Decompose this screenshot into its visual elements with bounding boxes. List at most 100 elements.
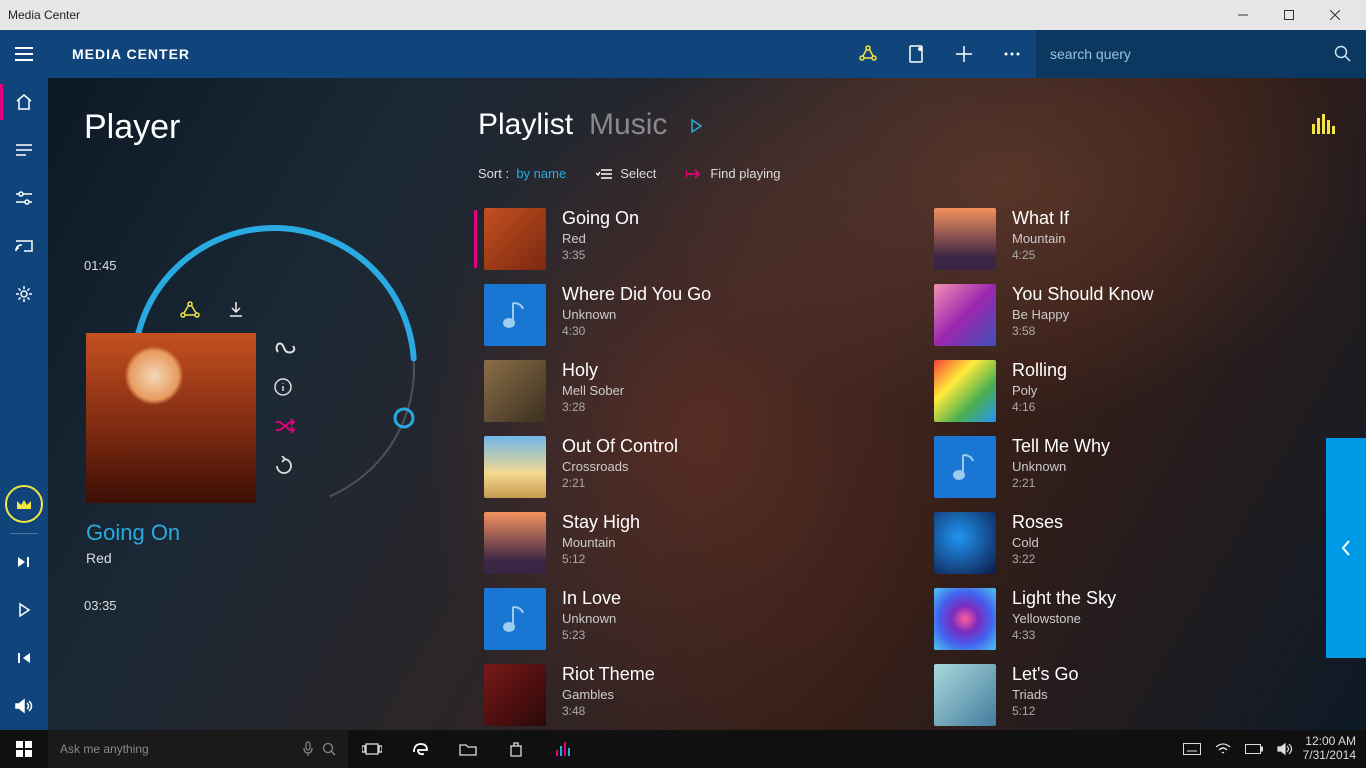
mic-icon[interactable] [302,741,314,757]
play-button[interactable] [0,586,48,634]
right-panel-toggle[interactable] [1326,438,1366,658]
now-playing-artist: Red [86,550,112,566]
track-title: Holy [562,360,624,381]
track-item[interactable]: What IfMountain4:25 [928,208,1328,270]
player-pane: Player 01:45 03:35 Going On Red [84,108,444,147]
sidebar-item-home[interactable] [0,78,48,126]
track-thumbnail [484,664,546,726]
window-title: Media Center [8,8,80,22]
lastfm-icon[interactable] [274,340,298,356]
track-item[interactable]: HolyMell Sober3:28 [478,360,878,422]
tray-keyboard-icon[interactable] [1183,743,1201,755]
app-title: MEDIA CENTER [72,46,190,62]
taskbar-app-store[interactable] [492,730,540,768]
more-icon[interactable] [988,30,1036,78]
track-duration: 2:21 [1012,476,1110,490]
tray-wifi-icon[interactable] [1215,743,1231,755]
track-thumbnail [934,512,996,574]
track-item[interactable]: Out Of ControlCrossroads2:21 [478,436,878,498]
cortana-search[interactable]: Ask me anything [48,730,348,768]
share-icon[interactable] [844,30,892,78]
track-item[interactable]: Riot ThemeGambles3:48 [478,664,878,726]
repeat-icon[interactable] [274,456,298,476]
download-icon[interactable] [227,300,245,320]
track-item[interactable]: Let's GoTriads5:12 [928,664,1328,726]
add-button[interactable] [940,30,988,78]
tab-playlist[interactable]: Playlist [478,108,573,142]
device-icon[interactable] [892,30,940,78]
track-item[interactable]: In LoveUnknown5:23 [478,588,878,650]
track-item[interactable]: RollingPoly4:16 [928,360,1328,422]
start-button[interactable] [0,730,48,768]
track-artist: Unknown [1012,459,1110,474]
track-thumbnail [484,588,546,650]
next-button[interactable] [0,538,48,586]
taskbar-app-explorer[interactable] [444,730,492,768]
premium-badge[interactable] [5,485,43,523]
playlist-pane: Playlist Music Sort : by name Select Fin… [478,108,1336,730]
track-artist: Mountain [1012,231,1069,246]
search-icon[interactable] [1334,45,1352,63]
tray-volume-icon[interactable] [1277,742,1293,756]
system-tray[interactable] [1183,742,1303,756]
album-art [86,333,256,503]
find-playing-button[interactable]: Find playing [686,166,780,181]
visualizer-icon[interactable] [1312,114,1336,134]
shuffle-icon[interactable] [274,418,298,434]
sidebar-item-playlist[interactable] [0,126,48,174]
play-all-icon[interactable] [689,118,703,134]
taskbar-clock[interactable]: 12:00 AM 7/31/2014 [1303,735,1366,763]
track-thumbnail [934,208,996,270]
hamburger-button[interactable] [0,30,48,78]
info-icon[interactable] [274,378,298,396]
track-item[interactable]: RosesCold3:22 [928,512,1328,574]
track-duration: 5:23 [562,628,621,642]
track-artist: Red [562,231,639,246]
track-item[interactable]: Light the SkyYellowstone4:33 [928,588,1328,650]
minimize-button[interactable] [1220,0,1266,30]
track-artist: Be Happy [1012,307,1153,322]
tray-battery-icon[interactable] [1245,744,1263,754]
track-title: You Should Know [1012,284,1153,305]
taskbar: Ask me anything 12:00 AM 7/31/2014 [0,730,1366,768]
sort-value[interactable]: by name [516,166,566,181]
track-title: In Love [562,588,621,609]
app-header: MEDIA CENTER [0,30,1366,78]
track-duration: 3:48 [562,704,655,718]
track-item[interactable]: Stay HighMountain5:12 [478,512,878,574]
player-section-title: Player [84,108,444,147]
sort-label: Sort : by name [478,166,566,181]
track-item[interactable]: You Should KnowBe Happy3:58 [928,284,1328,346]
select-button[interactable]: Select [596,166,656,181]
track-duration: 2:21 [562,476,678,490]
maximize-button[interactable] [1266,0,1312,30]
track-thumbnail [934,360,996,422]
tab-music[interactable]: Music [589,108,667,142]
sidebar [0,78,48,730]
taskbar-app-mediacenter[interactable] [540,730,588,768]
track-item[interactable]: Going OnRed3:35 [478,208,878,270]
track-duration: 4:16 [1012,400,1067,414]
close-button[interactable] [1312,0,1358,30]
sidebar-item-settings[interactable] [0,270,48,318]
track-duration: 4:33 [1012,628,1116,642]
taskbar-app-edge[interactable] [396,730,444,768]
track-item[interactable]: Where Did You GoUnknown4:30 [478,284,878,346]
volume-button[interactable] [0,682,48,730]
task-view-button[interactable] [348,730,396,768]
track-title: Riot Theme [562,664,655,685]
sidebar-item-equalizer[interactable] [0,174,48,222]
track-thumbnail [484,360,546,422]
search-small-icon[interactable] [322,742,336,756]
search-box[interactable] [1036,30,1366,78]
track-duration: 3:22 [1012,552,1063,566]
track-thumbnail [934,664,996,726]
track-item[interactable]: Tell Me WhyUnknown2:21 [928,436,1328,498]
track-artist: Triads [1012,687,1078,702]
sidebar-item-cast[interactable] [0,222,48,270]
previous-button[interactable] [0,634,48,682]
search-input[interactable] [1050,46,1334,62]
track-artist: Unknown [562,307,711,322]
track-artist: Mountain [562,535,640,550]
share-track-icon[interactable] [179,300,201,320]
